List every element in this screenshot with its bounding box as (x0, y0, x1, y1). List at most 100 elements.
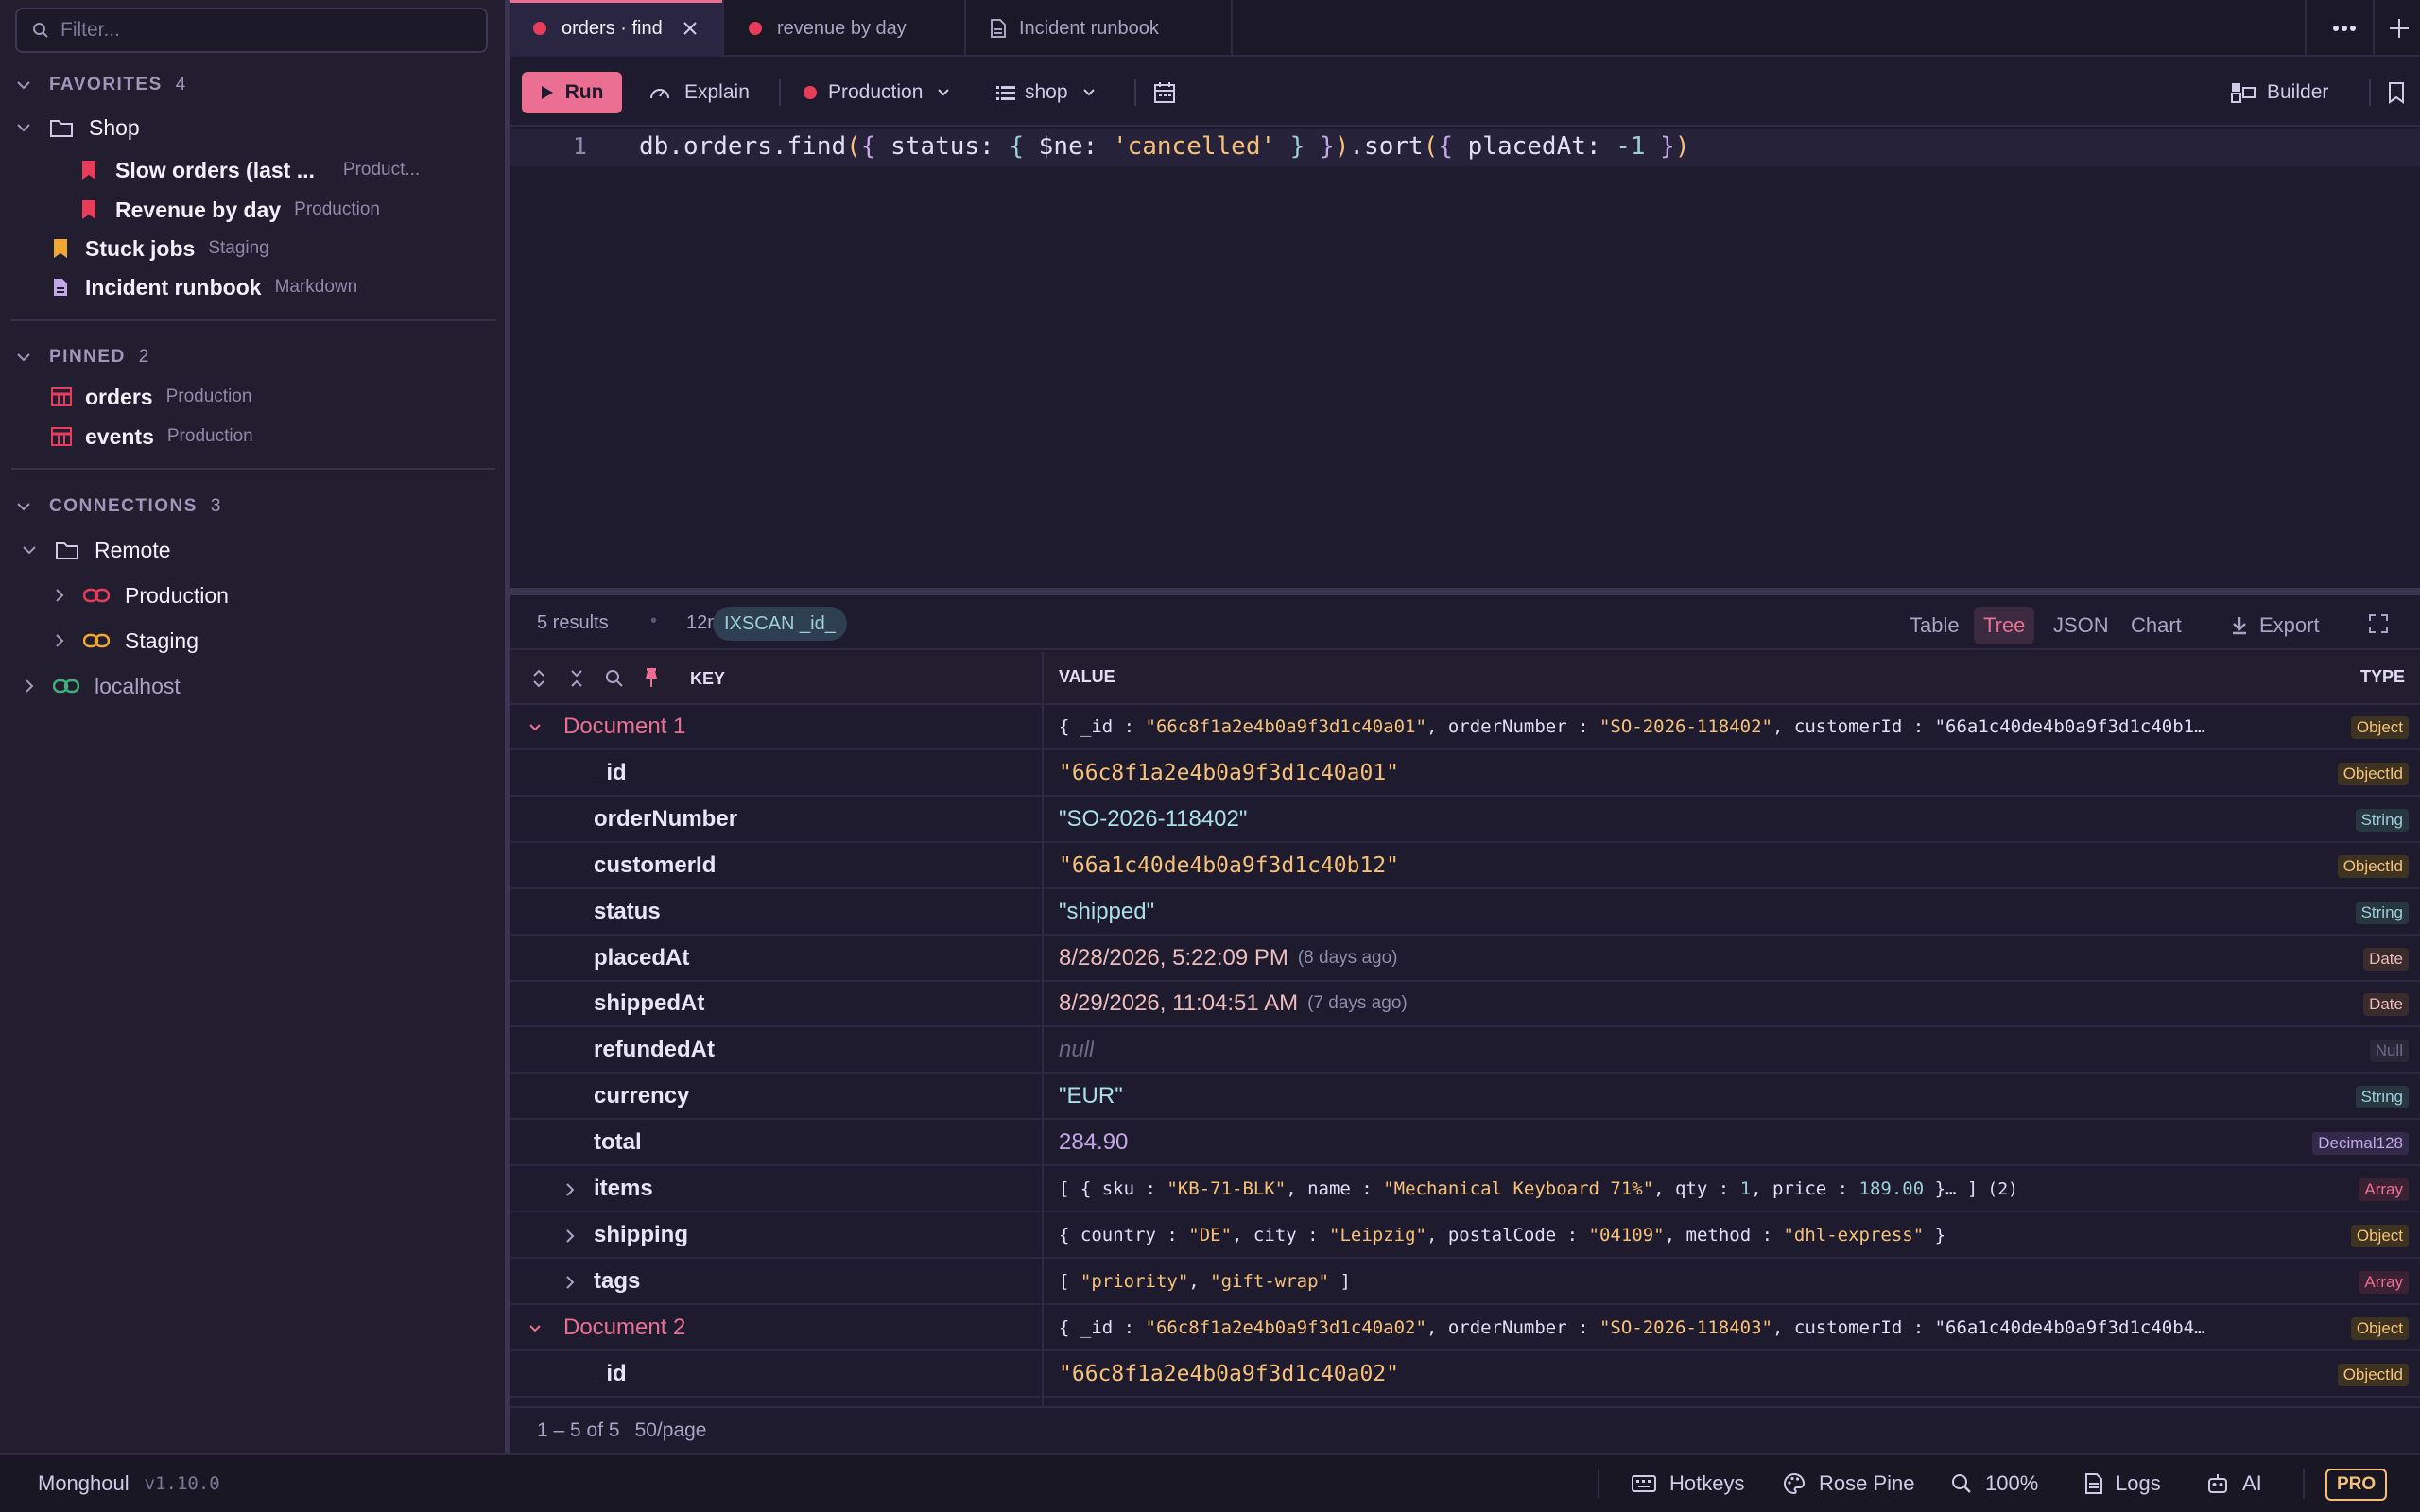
favorite-item[interactable]: Stuck jobs Staging (53, 230, 269, 267)
field-row[interactable]: placedAt 8/28/2026, 5:22:09 PM (8 days ago… (510, 936, 2420, 982)
divider (779, 79, 781, 106)
sidebar: FAVORITES 4 Shop Slow orders (last ... P… (0, 0, 505, 1453)
filter-box[interactable] (15, 8, 488, 53)
value-cell: null (1059, 1028, 1094, 1072)
tab-label: orders · find (562, 17, 663, 39)
plus-icon[interactable] (2388, 17, 2411, 40)
connection-folder-remote[interactable]: Remote (21, 531, 171, 569)
results-bar: 5 results • 12ms IXSCAN _id_ Table Tree … (510, 597, 2420, 650)
field-row[interactable]: shippedAt 8/29/2026, 11:04:51 AM (7 days a… (510, 982, 2420, 1028)
column-header-type[interactable]: TYPE (2360, 667, 2405, 687)
export-button[interactable]: Export (2221, 607, 2329, 644)
field-row[interactable]: orderNumber "SO-2026-118402" String (510, 798, 2420, 843)
field-row[interactable]: refundedAt null Null (510, 1028, 2420, 1074)
type-badge: Array (2359, 1178, 2409, 1201)
field-key: currency (594, 1083, 690, 1109)
pinned-item[interactable]: events Production (51, 418, 253, 455)
calendar-icon[interactable] (1153, 81, 1176, 104)
field-row[interactable]: status "shipped" String (510, 890, 2420, 936)
field-row[interactable]: orderNumber"SO-2026-118403"String (510, 1399, 2420, 1407)
filter-input[interactable] (60, 19, 458, 42)
field-row[interactable]: tags [ "priority", "gift-wrap" ] Array (510, 1260, 2420, 1305)
chevron-right-icon[interactable] (563, 1228, 577, 1245)
field-value: "66c8f1a2e4b0a9f3d1c40a02" (1059, 1361, 1400, 1386)
favorite-item[interactable]: Revenue by day Production (81, 191, 380, 229)
favorite-item[interactable]: Incident runbook Markdown (53, 268, 357, 306)
view-tab-table[interactable]: Table (1900, 607, 1969, 644)
document-icon (54, 279, 67, 296)
query-code[interactable]: db.orders.find({ status: { $ne: 'cancell… (639, 132, 1689, 161)
run-button[interactable]: Run (522, 72, 622, 113)
field-row[interactable]: shipping { country : "DE", city : "Leipzi… (510, 1213, 2420, 1259)
database-select[interactable]: shop (996, 72, 1097, 113)
link-icon (83, 633, 110, 648)
favorites-folder-shop[interactable]: Shop (15, 109, 140, 146)
chevron-down-icon[interactable] (527, 720, 543, 735)
field-row[interactable]: customerId "66a1c40de4b0a9f3d1c40b12" Obje… (510, 844, 2420, 889)
connection-item-staging[interactable]: Staging (53, 622, 199, 660)
pinned-section-header[interactable]: PINNED 2 (0, 338, 505, 376)
page-size-select[interactable]: 50/page (635, 1419, 707, 1442)
table-icon (51, 387, 72, 406)
editor-results-splitter[interactable] (510, 588, 2420, 595)
explain-button[interactable]: Explain (648, 72, 750, 113)
column-header-value[interactable]: VALUE (1059, 667, 1115, 687)
connection-select[interactable]: Production (804, 72, 951, 113)
type-badge: Array (2359, 1270, 2409, 1294)
favorites-section-header[interactable]: FAVORITES 4 (0, 66, 505, 104)
field-row[interactable]: items [ { sku : "KB-71-BLK", name : "Mech… (510, 1167, 2420, 1212)
field-row[interactable]: _id "66c8f1a2e4b0a9f3d1c40a02" ObjectId (510, 1352, 2420, 1398)
view-tab-tree[interactable]: Tree (1974, 607, 2035, 644)
connection-label: Staging (125, 627, 199, 653)
chevron-right-icon[interactable] (563, 1274, 577, 1291)
tab-revenue-by-day[interactable]: revenue by day (726, 0, 966, 57)
chevron-down-icon[interactable] (527, 1321, 543, 1336)
value-cell: "66a1c40de4b0a9f3d1c40b12" (1059, 844, 1399, 887)
ai-button[interactable]: AI (2206, 1455, 2262, 1512)
chevron-right-icon[interactable] (563, 1181, 577, 1198)
theme-button[interactable]: Rose Pine (1783, 1455, 1915, 1512)
more-icon[interactable] (2331, 19, 2358, 38)
search-icon[interactable] (605, 669, 624, 688)
divider (1134, 79, 1136, 106)
pro-badge[interactable]: PRO (2325, 1469, 2388, 1501)
document-row[interactable]: Document 1 { _id : "66c8f1a2e4b0a9f3d1c40… (510, 705, 2420, 750)
document-row[interactable]: Document 2 { _id : "66c8f1a2e4b0a9f3d1c40… (510, 1306, 2420, 1351)
column-header-key[interactable]: KEY (690, 669, 725, 689)
favorite-label: Incident runbook (85, 274, 262, 300)
pinned-item[interactable]: orders Production (51, 378, 251, 416)
view-tab-json[interactable]: JSON (2044, 607, 2118, 644)
tab-orders-find[interactable]: orders · find (510, 0, 724, 57)
download-icon (2233, 617, 2246, 635)
pin-icon[interactable] (643, 667, 660, 688)
view-tab-chart[interactable]: Chart (2121, 607, 2191, 644)
field-row[interactable]: _id "66c8f1a2e4b0a9f3d1c40a01" ObjectId (510, 751, 2420, 797)
type-badge: Object (2350, 1224, 2409, 1247)
value-cell: "66c8f1a2e4b0a9f3d1c40a01" (1059, 751, 1399, 795)
zoom-button[interactable]: 100% (1951, 1455, 2038, 1512)
folder-icon (56, 542, 78, 559)
favorite-connection: Production (294, 199, 380, 219)
value-cell: 284.90 (1059, 1121, 1128, 1164)
logs-button[interactable]: Logs (2085, 1455, 2161, 1512)
connection-item-localhost[interactable]: localhost (23, 667, 181, 705)
field-row[interactable]: currency "EUR" String (510, 1074, 2420, 1121)
bookmark-icon (82, 161, 95, 180)
chevron-down-icon (17, 81, 30, 90)
code-editor[interactable]: 1 db.orders.find({ status: { $ne: 'cance… (510, 129, 2420, 588)
expand-all-icon[interactable] (531, 669, 546, 688)
hotkeys-button[interactable]: Hotkeys (1632, 1455, 1744, 1512)
connections-section-header[interactable]: CONNECTIONS 3 (0, 488, 505, 525)
results-header: KEY VALUE TYPE (510, 652, 2420, 705)
column-divider[interactable] (1042, 652, 1044, 1406)
chevron-down-icon (17, 503, 30, 511)
fullscreen-icon[interactable] (2369, 614, 2388, 633)
collapse-all-icon[interactable] (569, 669, 584, 688)
close-icon[interactable] (682, 20, 699, 37)
builder-button[interactable]: Builder (2231, 72, 2328, 113)
field-row[interactable]: total 284.90 Decimal128 (510, 1121, 2420, 1167)
tab-incident-runbook[interactable]: Incident runbook (968, 0, 1233, 57)
favorite-item[interactable]: Slow orders (last ... Product... (81, 151, 420, 189)
bookmark-icon[interactable] (2388, 81, 2405, 104)
connection-item-production[interactable]: Production (53, 576, 229, 614)
